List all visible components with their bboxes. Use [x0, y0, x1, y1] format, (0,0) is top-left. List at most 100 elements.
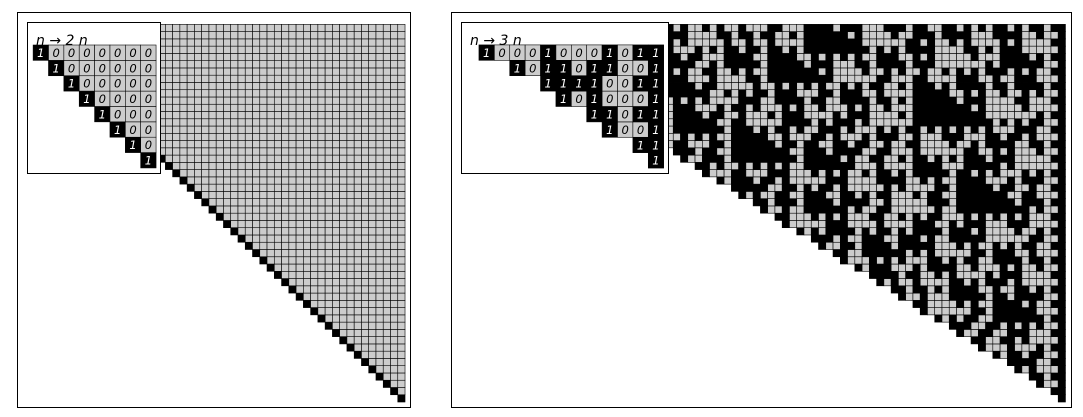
cell-cell [375, 111, 384, 120]
cell-cell [273, 67, 282, 76]
cell-cell [230, 183, 239, 192]
inset-digit: 1 [637, 46, 644, 60]
cell-cell [767, 147, 776, 156]
cell-cell [252, 24, 261, 32]
cell-cell [810, 125, 819, 134]
cell-cell [281, 31, 290, 40]
cell-cell [1043, 329, 1052, 337]
cell-cell [760, 169, 768, 178]
cell-cell [898, 132, 906, 141]
cell-cell [992, 227, 1001, 236]
cell-cell [1014, 31, 1023, 40]
cell-cell [281, 154, 290, 163]
cell-cell [694, 140, 703, 149]
cell-cell [186, 45, 195, 54]
cell-cell [876, 212, 885, 221]
cell-cell [1057, 96, 1066, 105]
cell-cell [346, 263, 355, 272]
cell-cell [397, 60, 406, 69]
cell-cell [890, 270, 899, 279]
cell-cell [346, 292, 355, 301]
cell-cell [832, 205, 841, 214]
cell-cell [956, 256, 965, 265]
cell-cell [1021, 285, 1030, 294]
cell-cell [273, 176, 282, 185]
cell-cell [1021, 162, 1030, 170]
cell-cell [738, 162, 747, 170]
cell-cell [898, 212, 906, 221]
cell-cell [353, 45, 362, 54]
cell-cell [869, 60, 877, 69]
cell-cell [382, 103, 391, 112]
cell-cell [1050, 365, 1059, 374]
cell-cell [672, 147, 681, 156]
cell-cell [818, 162, 827, 170]
cell-cell [970, 176, 979, 185]
cell-cell [847, 162, 856, 170]
cell-cell [723, 118, 732, 127]
cell-cell [847, 45, 856, 54]
cell-cell [781, 38, 790, 47]
cell-cell [774, 60, 783, 69]
cell-cell [970, 74, 979, 83]
cell-cell [948, 96, 957, 105]
cell-cell [840, 249, 848, 258]
cell-cell [244, 125, 253, 134]
cell-cell [876, 38, 885, 47]
cell-cell [339, 67, 348, 76]
cell-cell [353, 147, 362, 156]
cell-cell [281, 234, 290, 243]
cell-cell [840, 31, 848, 40]
cell-cell [781, 162, 790, 170]
cell-cell [832, 89, 841, 98]
cell-cell [317, 89, 326, 98]
cell-cell [1021, 82, 1030, 91]
cell-cell [1057, 365, 1066, 374]
cell-cell [390, 350, 399, 359]
cell-cell [397, 212, 406, 221]
cell-cell [861, 162, 870, 170]
cell-cell [847, 118, 856, 127]
cell-cell [781, 45, 790, 54]
cell-cell [919, 285, 928, 294]
cell-cell [890, 24, 899, 32]
cell-cell [774, 74, 783, 83]
inset-digit: 1 [591, 92, 598, 106]
cell-cell [702, 140, 710, 149]
cell-cell [810, 132, 819, 141]
cell-cell [825, 241, 834, 250]
cell-cell [963, 147, 972, 156]
cell-cell [353, 176, 362, 185]
cell-cell [774, 111, 783, 120]
cell-cell [912, 45, 921, 54]
cell-cell [818, 111, 827, 120]
cell-cell [810, 89, 819, 98]
cell-cell [956, 220, 965, 229]
cell-cell [898, 74, 906, 83]
cell-cell [738, 89, 747, 98]
cell-cell [709, 96, 718, 105]
cell-cell [324, 60, 333, 69]
cell-cell [1007, 111, 1015, 120]
cell-cell [1021, 205, 1030, 214]
cell-cell [956, 321, 965, 330]
cell-cell [172, 74, 181, 83]
cell-cell [796, 111, 805, 120]
cell-cell [738, 38, 747, 47]
cell-cell [259, 198, 268, 207]
cell-cell [825, 227, 834, 236]
cell-cell [346, 162, 355, 170]
cell-cell [368, 285, 377, 294]
cell-cell [781, 154, 790, 163]
cell-cell [1043, 321, 1052, 330]
cell-cell [752, 31, 761, 40]
cell-cell [774, 154, 783, 163]
cell-cell [738, 147, 747, 156]
cell-cell [985, 270, 994, 279]
cell-cell [339, 31, 348, 40]
cell-cell [832, 96, 841, 105]
cell-cell [919, 227, 928, 236]
cell-cell [789, 132, 798, 141]
cell-cell [999, 205, 1008, 214]
cell-cell [208, 183, 217, 192]
